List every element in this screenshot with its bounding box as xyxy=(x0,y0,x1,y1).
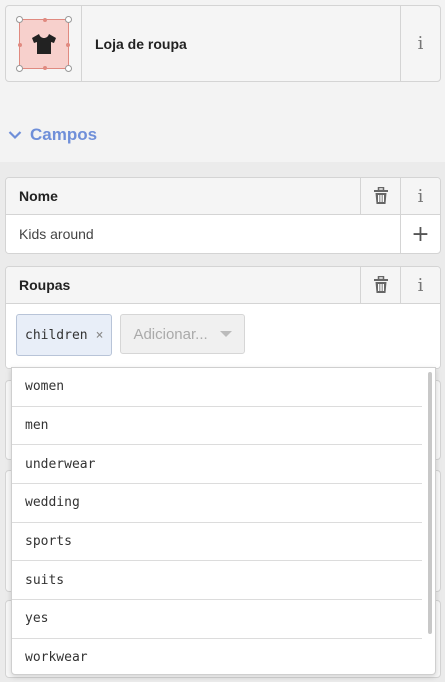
dropdown-option[interactable]: yes xyxy=(12,600,422,639)
field-header: Nome i xyxy=(6,178,440,215)
section-title: Campos xyxy=(30,125,98,144)
dropdown-option[interactable]: wedding xyxy=(12,484,422,523)
info-icon[interactable]: i xyxy=(400,6,440,81)
dot-icon xyxy=(42,17,47,22)
resize-handle-icon xyxy=(64,15,72,23)
preset-name: Loja de roupa xyxy=(95,35,187,52)
shirt-icon[interactable] xyxy=(15,15,72,72)
field-roupas: Roupas i children × Adicionar... xyxy=(5,266,441,369)
dropdown-option[interactable]: women xyxy=(12,368,422,407)
scrollbar[interactable] xyxy=(428,372,432,634)
add-placeholder: Adicionar... xyxy=(133,325,208,343)
combo-area: children × Adicionar... xyxy=(6,304,440,368)
dropdown-option[interactable]: men xyxy=(12,407,422,446)
field-header: Roupas i xyxy=(6,267,440,304)
preset-header: Loja de roupa i xyxy=(5,5,441,82)
resize-handle-icon xyxy=(15,64,23,72)
dot-icon xyxy=(17,42,22,47)
add-value-combobox[interactable]: Adicionar... xyxy=(120,314,246,354)
options-dropdown: women men underwear wedding sports suits… xyxy=(11,367,436,675)
close-icon[interactable]: × xyxy=(96,328,104,343)
plus-icon[interactable]: + xyxy=(400,215,440,253)
resize-handle-icon xyxy=(64,64,72,72)
info-icon[interactable]: i xyxy=(400,178,440,214)
resize-handle-icon xyxy=(15,15,23,23)
dropdown-option[interactable]: workwear xyxy=(12,639,422,674)
chip-label: children xyxy=(25,327,88,343)
field-value-row: + xyxy=(6,215,440,253)
dot-icon xyxy=(42,65,47,70)
dot-icon xyxy=(65,42,70,47)
chip-children[interactable]: children × xyxy=(16,314,113,356)
nome-input[interactable] xyxy=(6,215,400,253)
caret-down-icon xyxy=(220,331,233,337)
dropdown-option[interactable]: suits xyxy=(12,561,422,601)
preset-icon-cell[interactable] xyxy=(6,6,82,81)
section-toggle-campos[interactable]: Campos xyxy=(8,124,97,146)
field-label: Nome xyxy=(19,188,58,204)
dropdown-option[interactable]: sports xyxy=(12,523,422,562)
dropdown-option[interactable]: underwear xyxy=(12,445,422,485)
info-icon[interactable]: i xyxy=(400,267,440,303)
trash-icon[interactable] xyxy=(360,178,400,214)
chevron-down-icon xyxy=(8,131,22,140)
trash-icon[interactable] xyxy=(360,267,400,303)
field-label: Roupas xyxy=(19,277,71,293)
field-nome: Nome i + xyxy=(5,177,441,254)
